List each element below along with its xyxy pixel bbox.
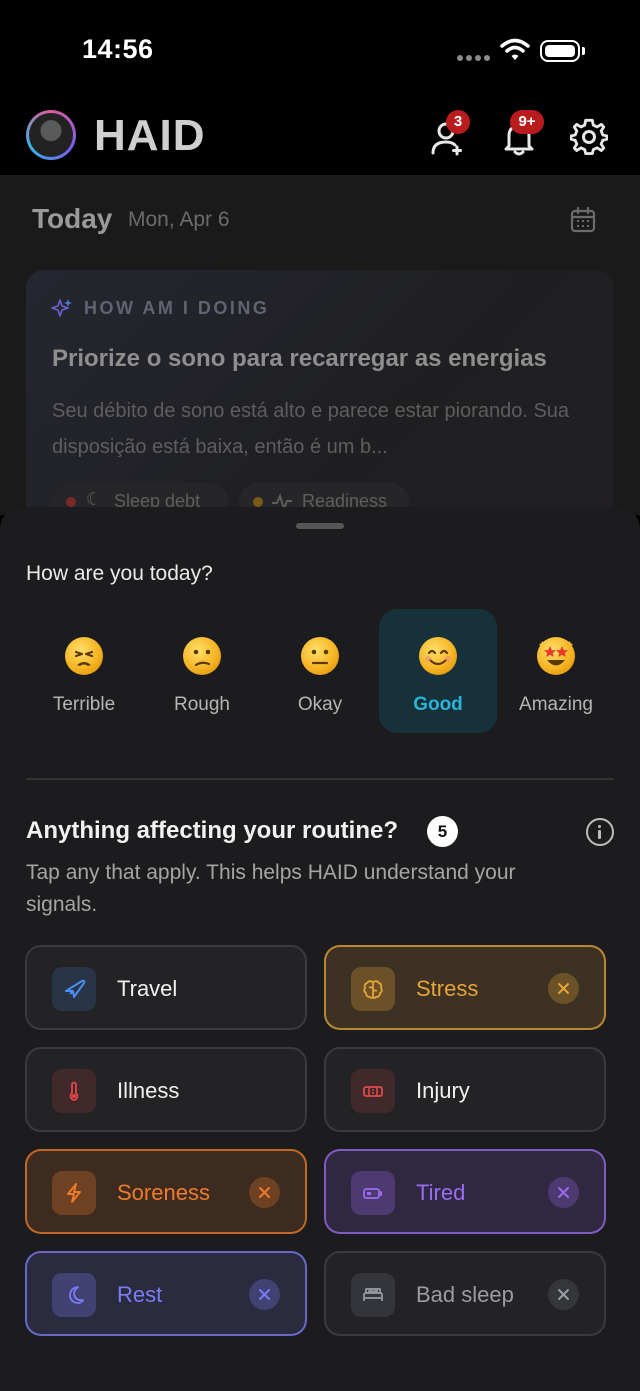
mood-label: Rough <box>174 694 230 715</box>
status-time: 14:56 <box>82 34 154 64</box>
factor-travel[interactable]: Travel <box>25 945 307 1030</box>
mood-label: Okay <box>297 694 343 715</box>
mood-label: Terrible <box>52 694 116 715</box>
routine-help-text: Tap any that apply. This helps HAID unde… <box>26 861 516 916</box>
factor-stress[interactable]: Stress <box>324 945 606 1030</box>
remove-factor-button[interactable] <box>548 1177 579 1208</box>
people-badge: 3 <box>446 110 470 134</box>
bolt-icon <box>67 1183 81 1203</box>
sheet-drag-handle[interactable] <box>296 523 344 529</box>
battery-icon <box>540 40 580 62</box>
card-kicker: HOW AM I DOING <box>84 298 270 318</box>
settings-gear-icon[interactable] <box>570 118 608 156</box>
mood-question: How are you today? <box>26 562 213 585</box>
battery-low-icon <box>363 1188 382 1199</box>
factor-tired[interactable]: Tired <box>324 1149 606 1234</box>
factor-label: Stress <box>416 976 479 1001</box>
factor-icon-tile <box>52 1273 96 1317</box>
close-icon <box>558 1187 569 1198</box>
brain-icon <box>363 980 383 999</box>
notifications-button[interactable]: 9+ <box>499 110 547 162</box>
factor-icon-tile <box>351 1171 395 1215</box>
moon-icon <box>69 1286 84 1304</box>
factor-icon-tile <box>52 1069 96 1113</box>
factor-icon-tile <box>52 967 96 1011</box>
remove-factor-button[interactable] <box>249 1177 280 1208</box>
factor-icon-tile <box>351 1273 395 1317</box>
wifi-icon <box>500 38 530 60</box>
amazing-emoji-icon <box>537 637 575 675</box>
factor-bad-sleep[interactable]: Bad sleep <box>324 1251 606 1336</box>
mood-label: Amazing <box>519 694 593 715</box>
mood-label: Good <box>413 694 463 715</box>
selected-count-badge: 5 <box>427 816 458 847</box>
calendar-icon[interactable] <box>570 207 596 233</box>
factor-label: Bad sleep <box>416 1282 514 1307</box>
mood-option-rough[interactable]: Rough <box>143 609 261 733</box>
people-button[interactable]: 3 <box>428 110 476 162</box>
terrible-emoji-icon <box>65 637 103 675</box>
mood-option-terrible[interactable]: Terrible <box>25 609 143 733</box>
rough-emoji-icon <box>183 637 221 675</box>
factor-icon-tile <box>351 967 395 1011</box>
remove-factor-button[interactable] <box>548 973 579 1004</box>
close-icon <box>259 1289 270 1300</box>
mood-option-good[interactable]: Good <box>379 609 497 733</box>
plane-icon <box>65 979 86 998</box>
battery-tip <box>582 47 585 55</box>
factor-rest[interactable]: Rest <box>25 1251 307 1336</box>
thermometer-icon <box>69 1081 79 1101</box>
factor-icon-tile <box>52 1171 96 1215</box>
factor-injury[interactable]: Injury <box>324 1047 606 1132</box>
page-title: Today <box>32 203 113 234</box>
factor-label: Soreness <box>117 1180 210 1205</box>
factor-soreness[interactable]: Soreness <box>25 1149 307 1234</box>
app-logo: HAID <box>94 111 206 160</box>
good-emoji-icon <box>419 637 457 675</box>
notifications-badge: 9+ <box>510 110 544 134</box>
factor-label: Injury <box>416 1078 470 1103</box>
info-icon[interactable] <box>586 818 614 846</box>
red-dot <box>66 497 76 507</box>
cellular-signal-icon <box>457 55 490 61</box>
okay-emoji-icon <box>301 637 339 675</box>
bandage-icon <box>363 1086 383 1097</box>
factor-illness[interactable]: Illness <box>25 1047 307 1132</box>
remove-factor-button[interactable] <box>249 1279 280 1310</box>
sparkle-icon <box>51 299 72 317</box>
close-icon <box>558 1289 569 1300</box>
factor-label: Tired <box>416 1180 466 1205</box>
close-icon <box>259 1187 270 1198</box>
factor-label: Rest <box>117 1282 163 1307</box>
avatar[interactable] <box>26 110 76 160</box>
routine-question: Anything affecting your routine? <box>26 817 398 844</box>
factor-icon-tile <box>351 1069 395 1113</box>
card-body: Seu débito de sono está alto e parece es… <box>52 400 570 458</box>
bed-icon <box>363 1288 383 1301</box>
divider <box>26 778 614 780</box>
mood-option-amazing[interactable]: Amazing <box>497 609 615 733</box>
close-icon <box>558 983 569 994</box>
mood-option-okay[interactable]: Okay <box>261 609 379 733</box>
card-title: Priorize o sono para recarregar as energ… <box>52 345 547 372</box>
remove-factor-button[interactable] <box>548 1279 579 1310</box>
factor-label: Travel <box>117 976 178 1001</box>
amber-dot <box>253 497 263 507</box>
factor-label: Illness <box>117 1078 180 1103</box>
page-date: Mon, Apr 6 <box>128 208 230 231</box>
